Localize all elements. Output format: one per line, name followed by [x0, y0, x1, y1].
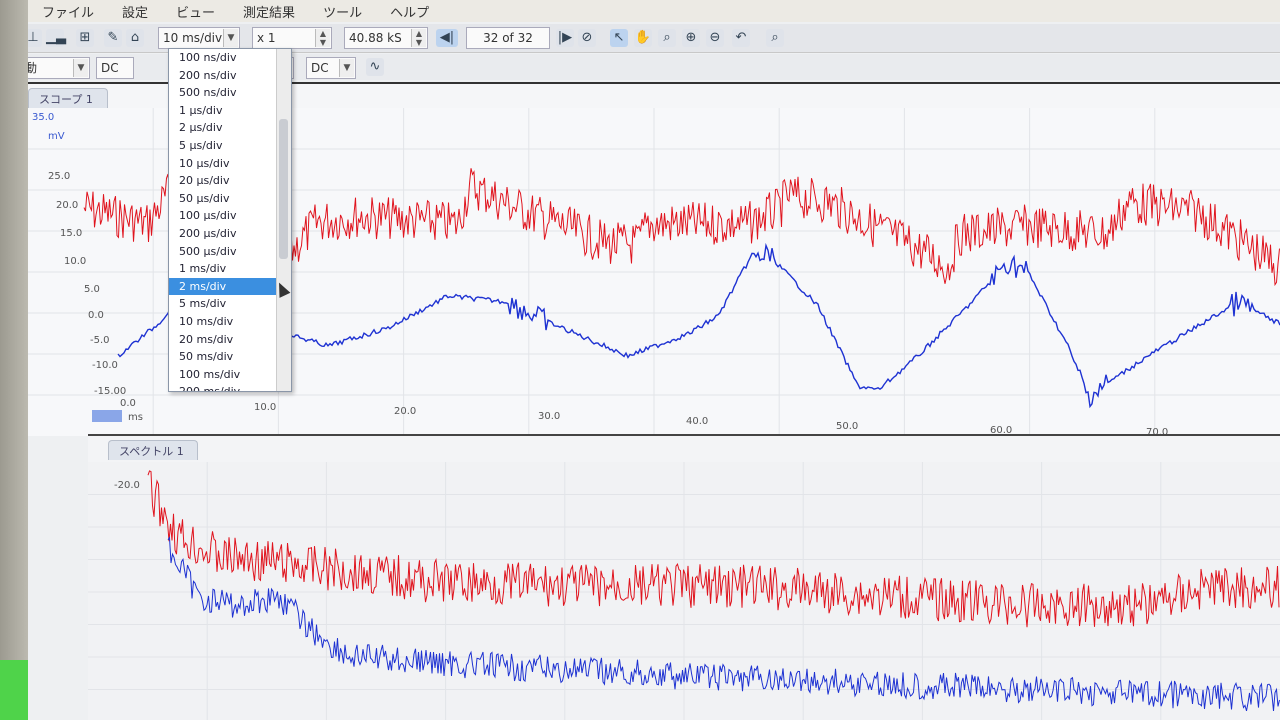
menu-file[interactable]: ファイル [28, 2, 108, 21]
menu-measurements[interactable]: 測定結果 [229, 2, 309, 21]
y-tick: 15.0 [60, 228, 82, 239]
buffer-navigator[interactable]: 32 of 32 [466, 27, 550, 49]
menu-help[interactable]: ヘルプ [376, 2, 443, 21]
samples-select[interactable]: 40.88 kS ▲ ▼ [344, 27, 428, 49]
y-tick: -15.00 [94, 386, 126, 397]
timebase-option[interactable]: 500 µs/div [169, 243, 291, 261]
channel-b-coupling-select[interactable]: DC ▼ [306, 57, 356, 79]
timebase-option[interactable]: 50 ms/div [169, 348, 291, 366]
timebase-option[interactable]: 200 µs/div [169, 225, 291, 243]
timebase-option[interactable]: 5 µs/div [169, 137, 291, 155]
timebase-option[interactable]: 100 ms/div [169, 366, 291, 384]
timebase-option[interactable]: 20 µs/div [169, 172, 291, 190]
zoom-value: x 1 [257, 31, 276, 45]
timebase-option[interactable]: 5 ms/div [169, 295, 291, 313]
x-axis-unit: ms [128, 412, 143, 423]
zoom-to-fit-icon[interactable]: ⌕ [766, 29, 784, 47]
persistence-mode-icon[interactable]: ⊥ [28, 29, 42, 47]
timebase-value: 10 ms/div [163, 31, 223, 45]
menu-tools[interactable]: ツール [309, 2, 376, 21]
select-tool-icon[interactable]: ↖ [610, 29, 628, 47]
y-tick: 0.0 [88, 310, 104, 321]
samples-value: 40.88 kS [349, 31, 402, 45]
channel-a-range-value: 自動 [28, 61, 38, 75]
channel-b-coupling-value: DC [311, 61, 329, 75]
timebase-option[interactable]: 50 µs/div [169, 190, 291, 208]
channel-a-coupling-value: DC [101, 61, 119, 75]
buffer-overview-icon[interactable]: ⊘ [578, 29, 596, 47]
y-tick: -5.0 [90, 335, 110, 346]
timebase-option[interactable]: 2 ms/div [169, 277, 291, 296]
scope-view-2[interactable]: スペクトル 1 -20.0 [88, 434, 1280, 720]
zoom-factor-select[interactable]: x 1 ▲ ▼ [252, 27, 332, 49]
menu-bar: ファイル 設定 ビュー 測定結果 ツール ヘルプ [28, 0, 1280, 22]
menu-view[interactable]: ビュー [162, 2, 229, 21]
menu-settings[interactable]: 設定 [108, 2, 162, 21]
y-tick: 20.0 [56, 200, 78, 211]
x-tick: 10.0 [254, 402, 276, 413]
channel-a-coupling-select[interactable]: DC [96, 57, 134, 79]
y-axis-top-label: 35.0 [32, 112, 54, 123]
y-axis-unit: mV [48, 131, 65, 142]
home-icon[interactable]: ⌂ [126, 29, 144, 47]
zoom-area-icon[interactable]: ⌕ [658, 29, 676, 47]
undo-zoom-icon[interactable]: ↶ [732, 29, 750, 47]
x-tick: 0.0 [120, 398, 136, 409]
zoom-in-icon[interactable]: ⊕ [682, 29, 700, 47]
scope-2-plot: -20.0 [88, 462, 1280, 720]
scrollbar-thumb[interactable] [279, 119, 288, 259]
timebase-select[interactable]: 10 ms/div ▼ [158, 27, 240, 49]
zoom-spinner-icon[interactable]: ▲ ▼ [315, 29, 330, 47]
chevron-down-icon[interactable]: ▼ [339, 59, 354, 77]
y-tick: 25.0 [48, 171, 70, 182]
probe-icon[interactable]: ✎ [104, 29, 122, 47]
x-tick: 30.0 [538, 411, 560, 422]
timebase-option[interactable]: 1 µs/div [169, 102, 291, 120]
chevron-down-icon[interactable]: ▼ [223, 29, 238, 47]
x-unit-badge [92, 410, 122, 422]
x-tick: 50.0 [836, 421, 858, 432]
timebase-dropdown-list[interactable]: 100 ns/div 200 ns/div 500 ns/div 1 µs/div 2 … [168, 48, 292, 392]
timebase-option[interactable]: 10 µs/div [169, 155, 291, 173]
timebase-options: 100 ns/div 200 ns/div 500 ns/div 1 µs/div 2 … [169, 49, 291, 391]
dropdown-scrollbar[interactable] [276, 49, 291, 391]
picoscope-window: ファイル 設定 ビュー 測定結果 ツール ヘルプ ▤ ⊥ ▁▃ ⊞ ✎ ⌂ 10… [28, 0, 1280, 720]
samples-spinner-icon[interactable]: ▲ ▼ [411, 29, 426, 47]
y-axis-top-label: -20.0 [114, 480, 140, 491]
timebase-option[interactable]: 2 µs/div [169, 119, 291, 137]
channel-options-icon[interactable]: ⊞ [76, 29, 94, 47]
auto-setup-icon[interactable]: ∿ [366, 58, 384, 76]
channel-a-range-select[interactable]: 自動 ▼ [28, 57, 90, 79]
y-tick: 5.0 [84, 284, 100, 295]
next-buffer-icon[interactable]: |▶ [556, 29, 574, 47]
timebase-option[interactable]: 20 ms/div [169, 331, 291, 349]
hand-tool-icon[interactable]: ✋ [634, 29, 652, 47]
timebase-option[interactable]: 200 ns/div [169, 67, 291, 85]
y-tick: -10.0 [92, 360, 118, 371]
buffer-value: 32 of 32 [483, 31, 533, 45]
timebase-option[interactable]: 200 ms/div [169, 383, 291, 391]
timebase-option[interactable]: 1 ms/div [169, 260, 291, 278]
timebase-option[interactable]: 100 ns/div [169, 49, 291, 67]
timebase-option[interactable]: 500 ns/div [169, 84, 291, 102]
spectrum-mode-icon[interactable]: ▁▃ [46, 29, 66, 47]
x-tick: 20.0 [394, 406, 416, 417]
y-tick: 10.0 [64, 256, 86, 267]
chevron-down-icon[interactable]: ▼ [73, 59, 88, 77]
zoom-out-icon[interactable]: ⊖ [706, 29, 724, 47]
timebase-option[interactable]: 10 ms/div [169, 313, 291, 331]
x-tick: 40.0 [686, 416, 708, 427]
timebase-option[interactable]: 100 µs/div [169, 207, 291, 225]
previous-buffer-icon[interactable]: ◀| [436, 29, 458, 47]
